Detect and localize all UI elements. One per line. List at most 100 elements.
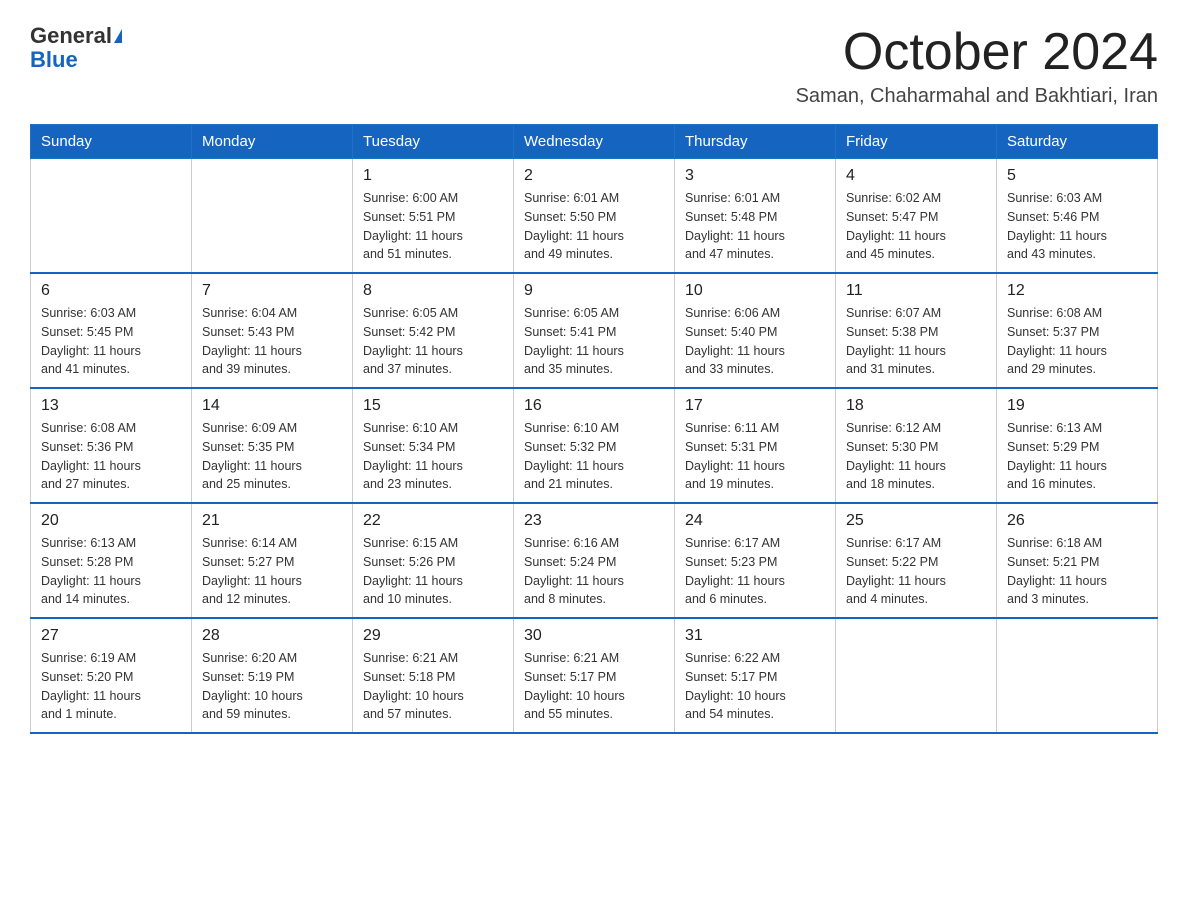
- logo-triangle-icon: [114, 29, 122, 43]
- calendar-subtitle: Saman, Chaharmahal and Bakhtiari, Iran: [796, 85, 1158, 108]
- header-day-friday: Friday: [836, 125, 997, 159]
- day-number: 15: [363, 397, 503, 415]
- calendar-cell: 7Sunrise: 6:04 AM Sunset: 5:43 PM Daylig…: [192, 273, 353, 388]
- calendar-cell: 27 Sunrise: 6:19 AM Sunset: 5:20 PM Dayli…: [31, 618, 192, 733]
- header-day-monday: Monday: [192, 125, 353, 159]
- day-info: Sunrise: 6:12 AM Sunset: 5:30 PM Dayligh…: [846, 419, 986, 494]
- day-number: 1: [363, 167, 503, 185]
- day-info: Sunrise: 6:00 AM Sunset: 5:51 PM Dayligh…: [363, 189, 503, 264]
- header-day-thursday: Thursday: [675, 125, 836, 159]
- day-number: 8: [363, 282, 503, 300]
- day-number: 30: [524, 627, 664, 645]
- calendar-cell: 29Sunrise: 6:21 AM Sunset: 5:18 PM Dayli…: [353, 618, 514, 733]
- calendar-cell: 15 Sunrise: 6:10 AM Sunset: 5:34 PM Dayli…: [353, 388, 514, 503]
- calendar-cell: [997, 618, 1158, 733]
- day-info: Sunrise: 6:05 AM Sunset: 5:41 PM Dayligh…: [524, 304, 664, 379]
- calendar-cell: 8Sunrise: 6:05 AM Sunset: 5:42 PM Daylig…: [353, 273, 514, 388]
- calendar-cell: 13 Sunrise: 6:08 AM Sunset: 5:36 PM Dayli…: [31, 388, 192, 503]
- day-number: 6: [41, 282, 181, 300]
- day-number: 29: [363, 627, 503, 645]
- calendar-table: SundayMondayTuesdayWednesdayThursdayFrid…: [30, 124, 1158, 734]
- day-info: Sunrise: 6:17 AM Sunset: 5:23 PM Dayligh…: [685, 534, 825, 609]
- day-info: Sunrise: 6:21 AM Sunset: 5:17 PM Dayligh…: [524, 649, 664, 724]
- day-info: Sunrise: 6:01 AM Sunset: 5:48 PM Dayligh…: [685, 189, 825, 264]
- calendar-cell: 28Sunrise: 6:20 AM Sunset: 5:19 PM Dayli…: [192, 618, 353, 733]
- day-number: 28: [202, 627, 342, 645]
- title-block: October 2024 Saman, Chaharmahal and Bakh…: [796, 24, 1158, 108]
- calendar-header-row: SundayMondayTuesdayWednesdayThursdayFrid…: [31, 125, 1158, 159]
- calendar-cell: 22Sunrise: 6:15 AM Sunset: 5:26 PM Dayli…: [353, 503, 514, 618]
- calendar-cell: 26Sunrise: 6:18 AM Sunset: 5:21 PM Dayli…: [997, 503, 1158, 618]
- day-info: Sunrise: 6:19 AM Sunset: 5:20 PM Dayligh…: [41, 649, 181, 724]
- day-number: 11: [846, 282, 986, 300]
- day-info: Sunrise: 6:01 AM Sunset: 5:50 PM Dayligh…: [524, 189, 664, 264]
- day-number: 14: [202, 397, 342, 415]
- day-number: 16: [524, 397, 664, 415]
- day-info: Sunrise: 6:13 AM Sunset: 5:29 PM Dayligh…: [1007, 419, 1147, 494]
- logo-general-text: General: [30, 24, 112, 48]
- day-info: Sunrise: 6:02 AM Sunset: 5:47 PM Dayligh…: [846, 189, 986, 264]
- calendar-cell: 3 Sunrise: 6:01 AM Sunset: 5:48 PM Daylig…: [675, 159, 836, 274]
- day-info: Sunrise: 6:11 AM Sunset: 5:31 PM Dayligh…: [685, 419, 825, 494]
- day-info: Sunrise: 6:18 AM Sunset: 5:21 PM Dayligh…: [1007, 534, 1147, 609]
- day-number: 5: [1007, 167, 1147, 185]
- day-info: Sunrise: 6:03 AM Sunset: 5:45 PM Dayligh…: [41, 304, 181, 379]
- day-number: 4: [846, 167, 986, 185]
- day-info: Sunrise: 6:15 AM Sunset: 5:26 PM Dayligh…: [363, 534, 503, 609]
- day-info: Sunrise: 6:10 AM Sunset: 5:34 PM Dayligh…: [363, 419, 503, 494]
- calendar-cell: 6 Sunrise: 6:03 AM Sunset: 5:45 PM Daylig…: [31, 273, 192, 388]
- logo-blue-text: Blue: [30, 48, 78, 72]
- calendar-cell: 25 Sunrise: 6:17 AM Sunset: 5:22 PM Dayli…: [836, 503, 997, 618]
- day-number: 18: [846, 397, 986, 415]
- calendar-title: October 2024: [796, 24, 1158, 81]
- day-info: Sunrise: 6:10 AM Sunset: 5:32 PM Dayligh…: [524, 419, 664, 494]
- calendar-cell: [192, 159, 353, 274]
- calendar-cell: 18 Sunrise: 6:12 AM Sunset: 5:30 PM Dayli…: [836, 388, 997, 503]
- day-info: Sunrise: 6:16 AM Sunset: 5:24 PM Dayligh…: [524, 534, 664, 609]
- calendar-cell: 30 Sunrise: 6:21 AM Sunset: 5:17 PM Dayli…: [514, 618, 675, 733]
- day-number: 17: [685, 397, 825, 415]
- day-info: Sunrise: 6:07 AM Sunset: 5:38 PM Dayligh…: [846, 304, 986, 379]
- day-number: 20: [41, 512, 181, 530]
- calendar-cell: 9 Sunrise: 6:05 AM Sunset: 5:41 PM Daylig…: [514, 273, 675, 388]
- day-number: 2: [524, 167, 664, 185]
- day-number: 3: [685, 167, 825, 185]
- page-header: General Blue October 2024 Saman, Chaharm…: [30, 24, 1158, 108]
- calendar-cell: 4 Sunrise: 6:02 AM Sunset: 5:47 PM Daylig…: [836, 159, 997, 274]
- day-info: Sunrise: 6:17 AM Sunset: 5:22 PM Dayligh…: [846, 534, 986, 609]
- day-number: 27: [41, 627, 181, 645]
- calendar-cell: 12 Sunrise: 6:08 AM Sunset: 5:37 PM Dayli…: [997, 273, 1158, 388]
- calendar-cell: 23 Sunrise: 6:16 AM Sunset: 5:24 PM Dayli…: [514, 503, 675, 618]
- day-number: 19: [1007, 397, 1147, 415]
- calendar-week-4: 20 Sunrise: 6:13 AM Sunset: 5:28 PM Dayli…: [31, 503, 1158, 618]
- day-info: Sunrise: 6:08 AM Sunset: 5:36 PM Dayligh…: [41, 419, 181, 494]
- calendar-week-3: 13 Sunrise: 6:08 AM Sunset: 5:36 PM Dayli…: [31, 388, 1158, 503]
- calendar-cell: 21Sunrise: 6:14 AM Sunset: 5:27 PM Dayli…: [192, 503, 353, 618]
- day-info: Sunrise: 6:13 AM Sunset: 5:28 PM Dayligh…: [41, 534, 181, 609]
- header-day-tuesday: Tuesday: [353, 125, 514, 159]
- calendar-cell: 2 Sunrise: 6:01 AM Sunset: 5:50 PM Daylig…: [514, 159, 675, 274]
- day-number: 25: [846, 512, 986, 530]
- calendar-cell: 5Sunrise: 6:03 AM Sunset: 5:46 PM Daylig…: [997, 159, 1158, 274]
- header-day-saturday: Saturday: [997, 125, 1158, 159]
- header-day-wednesday: Wednesday: [514, 125, 675, 159]
- day-info: Sunrise: 6:08 AM Sunset: 5:37 PM Dayligh…: [1007, 304, 1147, 379]
- day-number: 13: [41, 397, 181, 415]
- calendar-cell: 17 Sunrise: 6:11 AM Sunset: 5:31 PM Dayli…: [675, 388, 836, 503]
- calendar-cell: [836, 618, 997, 733]
- calendar-cell: 31Sunrise: 6:22 AM Sunset: 5:17 PM Dayli…: [675, 618, 836, 733]
- day-number: 31: [685, 627, 825, 645]
- calendar-cell: 10Sunrise: 6:06 AM Sunset: 5:40 PM Dayli…: [675, 273, 836, 388]
- day-number: 23: [524, 512, 664, 530]
- day-info: Sunrise: 6:06 AM Sunset: 5:40 PM Dayligh…: [685, 304, 825, 379]
- calendar-week-1: 1 Sunrise: 6:00 AM Sunset: 5:51 PM Daylig…: [31, 159, 1158, 274]
- header-day-sunday: Sunday: [31, 125, 192, 159]
- day-number: 12: [1007, 282, 1147, 300]
- day-number: 21: [202, 512, 342, 530]
- day-number: 24: [685, 512, 825, 530]
- day-info: Sunrise: 6:04 AM Sunset: 5:43 PM Dayligh…: [202, 304, 342, 379]
- calendar-cell: 20 Sunrise: 6:13 AM Sunset: 5:28 PM Dayli…: [31, 503, 192, 618]
- calendar-cell: 11 Sunrise: 6:07 AM Sunset: 5:38 PM Dayli…: [836, 273, 997, 388]
- calendar-cell: 16 Sunrise: 6:10 AM Sunset: 5:32 PM Dayli…: [514, 388, 675, 503]
- day-number: 9: [524, 282, 664, 300]
